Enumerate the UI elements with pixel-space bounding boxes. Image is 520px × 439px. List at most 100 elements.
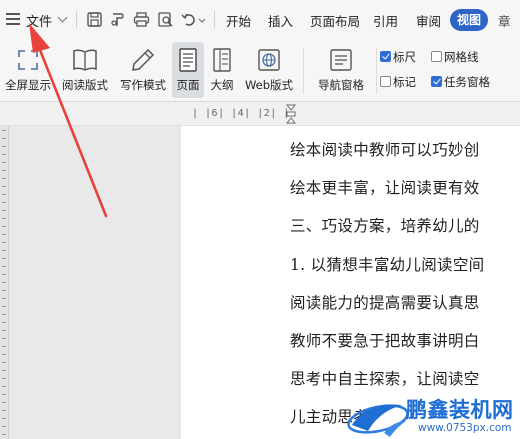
gridlines-checkbox-label: 网格线 (444, 50, 479, 64)
print-icon[interactable] (133, 11, 150, 28)
vertical-ruler-tick (2, 218, 6, 219)
save-icon[interactable] (86, 11, 103, 28)
task-pane-checkbox[interactable]: 任务窗格 (431, 74, 490, 90)
document-line[interactable]: 阅读能力的提高需要认真思 (290, 291, 520, 313)
vertical-ruler-tick (2, 386, 6, 387)
vertical-ruler-tick (2, 194, 6, 195)
vertical-ruler-tick (2, 370, 6, 371)
vertical-ruler-tick (2, 202, 6, 203)
document-line[interactable]: 三、巧设方案，培养幼儿的 (290, 214, 520, 236)
tab-review[interactable]: 审阅 (416, 11, 441, 30)
fullscreen-icon (18, 50, 38, 70)
vertical-ruler-tick (2, 242, 6, 243)
vertical-ruler-tick (2, 146, 6, 147)
outline-icon (213, 48, 231, 72)
vertical-ruler-tick (2, 274, 6, 275)
vertical-ruler-tick (2, 354, 6, 355)
checkbox-checked[interactable] (380, 51, 391, 62)
vertical-ruler-tick (2, 394, 6, 395)
vertical-ruler-tick (2, 290, 6, 291)
web-layout-icon (258, 49, 280, 71)
tab-home[interactable]: 开始 (226, 11, 251, 30)
page-document-icon (179, 48, 197, 72)
vertical-ruler-tick (2, 362, 6, 363)
vertical-ruler-tick (2, 426, 6, 427)
writing-mode-label: 写作模式 (120, 78, 166, 92)
pen-icon (132, 48, 155, 71)
document-line[interactable]: 绘本更丰富，让阅读更有效 (290, 176, 520, 198)
vertical-ruler-tick (2, 330, 6, 331)
format-painter-icon[interactable] (110, 11, 127, 28)
vertical-ruler-tick (2, 338, 6, 339)
fullscreen-button[interactable]: 全屏显示 (0, 42, 56, 98)
ruler-checkbox-label: 标尺 (393, 50, 416, 64)
ribbon-divider (303, 48, 304, 94)
tab-page-layout[interactable]: 页面布局 (310, 11, 360, 30)
watermark-logo-icon (347, 404, 409, 437)
reading-layout-label: 阅读版式 (62, 78, 108, 92)
navigation-pane-button[interactable]: 导航窗格 (309, 42, 373, 98)
web-layout-button[interactable]: Web版式 (240, 42, 298, 98)
reading-layout-button[interactable]: 阅读版式 (58, 42, 112, 98)
view-ribbon: 全屏显示 阅读版式 写作模式 页面 大纲 Web版式 导航窗格 标尺 网格线 标… (0, 40, 520, 102)
tab-references[interactable]: 引用 (373, 11, 398, 30)
divider (76, 11, 77, 28)
vertical-ruler-tick (2, 434, 6, 435)
tab-view[interactable]: 视图 (450, 9, 489, 31)
document-line[interactable]: 教师不要急于把故事讲明白 (290, 329, 520, 351)
ruler-checkbox[interactable]: 标尺 (380, 49, 416, 65)
checkbox-unchecked[interactable] (431, 51, 442, 62)
vertical-ruler-tick (2, 266, 6, 267)
vertical-ruler-tick (2, 258, 6, 259)
vertical-ruler-tick (2, 322, 6, 323)
watermark-title: 鹏鑫装机网 (406, 398, 514, 422)
vertical-ruler-tick (2, 226, 6, 227)
file-menu[interactable]: 文件 (26, 11, 52, 30)
vertical-ruler-tick (2, 170, 6, 171)
writing-mode-button[interactable]: 写作模式 (115, 42, 171, 98)
vertical-ruler-tick (2, 418, 6, 419)
open-book-icon (73, 49, 97, 71)
vertical-ruler[interactable] (0, 126, 9, 439)
markup-checkbox-label: 标记 (393, 75, 416, 89)
vertical-ruler-tick (2, 178, 6, 179)
outline-view-label: 大纲 (210, 78, 234, 92)
print-preview-icon[interactable] (157, 11, 174, 28)
horizontal-ruler[interactable]: | |6| |4| |2| | (0, 102, 520, 126)
vertical-ruler-tick (2, 378, 6, 379)
indent-marker-icon[interactable] (286, 104, 296, 124)
vertical-ruler-tick (2, 410, 6, 411)
vertical-ruler-tick (2, 298, 6, 299)
menu-bar: 文件 开始 插入 页面布局 引用 审阅 视图 章 (0, 0, 520, 40)
outline-view-button[interactable]: 大纲 (206, 42, 238, 98)
vertical-ruler-tick (2, 138, 6, 139)
vertical-ruler-tick (2, 314, 6, 315)
vertical-ruler-tick (2, 210, 6, 211)
undo-icon[interactable] (181, 11, 196, 28)
vertical-ruler-tick (2, 130, 6, 131)
markup-checkbox[interactable]: 标记 (380, 74, 416, 90)
undo-dropdown-icon[interactable] (197, 11, 207, 28)
tab-chapter[interactable]: 章 (498, 11, 520, 30)
gridlines-checkbox[interactable]: 网格线 (431, 49, 479, 65)
document-line[interactable]: 1. 以猜想丰富幼儿阅读空间 (290, 253, 520, 275)
checkbox-checked[interactable] (431, 76, 442, 87)
ruler-ticks: | |6| |4| |2| | (192, 108, 290, 119)
ribbon-divider (376, 48, 377, 94)
vertical-ruler-tick (2, 250, 6, 251)
file-dropdown-chevron-icon[interactable] (57, 12, 68, 23)
document-line[interactable]: 绘本阅读中教师可以巧妙创 (290, 138, 520, 160)
vertical-ruler-tick (2, 282, 6, 283)
vertical-ruler-tick (2, 186, 6, 187)
navigation-pane-icon (330, 49, 352, 71)
page-view-label: 页面 (176, 78, 200, 92)
document-line[interactable]: 思考中自主探索，让阅读空 (290, 367, 520, 389)
page-view-button[interactable]: 页面 (172, 42, 204, 98)
hamburger-menu-icon[interactable] (6, 13, 20, 25)
vertical-ruler-tick (2, 306, 6, 307)
web-layout-label: Web版式 (244, 78, 294, 92)
tab-insert[interactable]: 插入 (268, 11, 293, 30)
site-watermark: 鹏鑫装机网 www.0753px.com (344, 393, 520, 439)
checkbox-unchecked[interactable] (380, 76, 391, 87)
divider (214, 11, 215, 28)
